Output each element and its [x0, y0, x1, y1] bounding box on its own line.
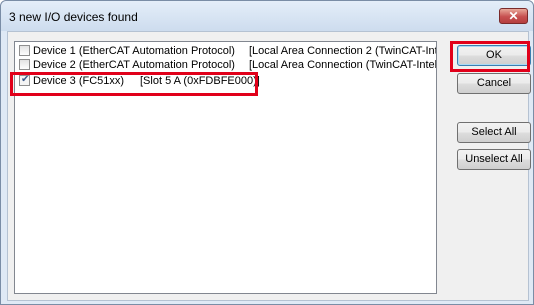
device-2-location: [Local Area Connection (TwinCAT-Intel PC: [249, 59, 437, 71]
device-1-name: Device 1 (EtherCAT Automation Protocol): [33, 45, 235, 57]
new-io-devices-dialog: 3 new I/O devices found ✕ Device 1 (Ethe…: [0, 0, 534, 305]
device-row-1[interactable]: Device 1 (EtherCAT Automation Protocol) …: [17, 44, 437, 58]
title-bar: 3 new I/O devices found ✕: [1, 1, 533, 31]
close-icon: ✕: [508, 9, 519, 23]
device-1-checkbox[interactable]: [19, 45, 30, 56]
device-1-location: [Local Area Connection 2 (TwinCAT-Intel: [249, 45, 437, 57]
select-all-button[interactable]: Select All: [457, 122, 531, 143]
ok-button-highlight-frame: [450, 41, 530, 72]
device-2-checkbox[interactable]: [19, 59, 30, 70]
close-button[interactable]: ✕: [499, 8, 528, 24]
device-2-name: Device 2 (EtherCAT Automation Protocol): [33, 59, 235, 71]
device-3-highlight-frame: [10, 72, 258, 96]
window-title: 3 new I/O devices found: [9, 10, 138, 24]
unselect-all-button[interactable]: Unselect All: [457, 149, 531, 170]
cancel-button[interactable]: Cancel: [457, 73, 531, 94]
device-row-2[interactable]: Device 2 (EtherCAT Automation Protocol) …: [17, 58, 437, 72]
